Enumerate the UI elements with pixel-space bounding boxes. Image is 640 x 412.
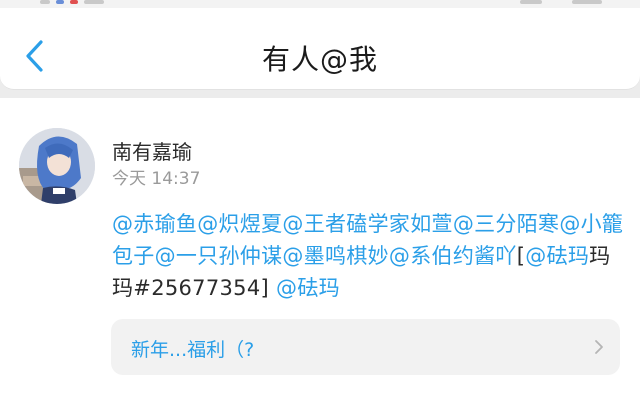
- mention-link[interactable]: @系伯约酱吖: [389, 244, 517, 268]
- status-indicator: [572, 0, 602, 4]
- message-text: [: [516, 244, 526, 268]
- top-nav-bar: 有人@我: [0, 8, 640, 90]
- quoted-post-card[interactable]: 新年...福利（?: [111, 319, 620, 375]
- mention-link[interactable]: @三分陌寒: [453, 212, 560, 236]
- quoted-post-title: 新年...福利（?: [131, 339, 255, 361]
- avatar-image: [19, 128, 95, 204]
- avatar[interactable]: [19, 128, 95, 204]
- message-text: [269, 276, 276, 300]
- status-indicator: [70, 0, 78, 4]
- page-title: 有人@我: [261, 43, 378, 76]
- status-indicator: [84, 0, 104, 4]
- mention-list: 南有嘉瑜 今天 14:37 @赤瑜鱼@炽煜夏@王者磕学家如萱@三分陌寒@小籠包子…: [0, 98, 640, 412]
- status-bar: [0, 0, 640, 8]
- mention-link[interactable]: @一只孙仲谋: [155, 244, 283, 268]
- status-indicator: [40, 0, 50, 4]
- mention-link[interactable]: @王者磕学家如萱: [282, 212, 452, 236]
- status-indicator: [56, 0, 64, 4]
- user-name[interactable]: 南有嘉瑜: [112, 136, 192, 165]
- mention-link[interactable]: @砝玛: [276, 276, 340, 300]
- post-time: 今天 14:37: [112, 169, 201, 189]
- mention-link[interactable]: @墨鸣棋妙: [282, 244, 389, 268]
- mention-message: @赤瑜鱼@炽煜夏@王者磕学家如萱@三分陌寒@小籠包子@一只孙仲谋@墨鸣棋妙@系伯…: [112, 208, 624, 304]
- chevron-right-icon: [595, 340, 603, 354]
- mention-link[interactable]: @炽煜夏: [197, 212, 282, 236]
- mention-link[interactable]: @赤瑜鱼: [112, 212, 197, 236]
- status-indicator: [520, 0, 542, 4]
- mention-link[interactable]: @砝玛: [525, 244, 589, 268]
